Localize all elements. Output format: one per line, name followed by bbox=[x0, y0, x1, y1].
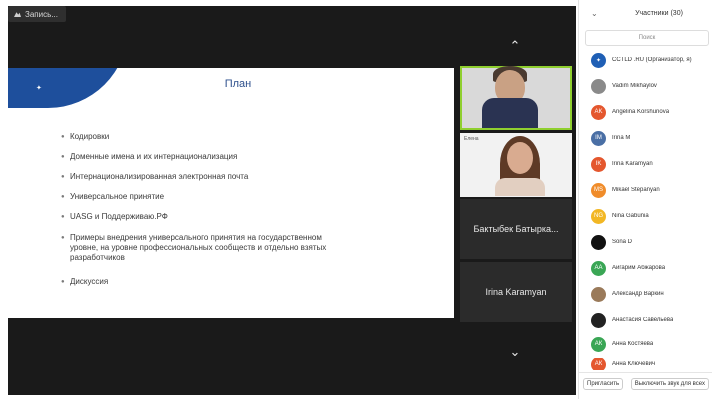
participant-video bbox=[495, 178, 545, 196]
video-tile[interactable]: Irina Karamyan bbox=[460, 262, 572, 322]
participant-row[interactable]: ✦ CCTLD .RU (Организатор, я) bbox=[591, 52, 711, 68]
participant-name: Irina Karamyan bbox=[612, 161, 653, 167]
participant-row[interactable]: Анастасия Савельева bbox=[591, 312, 711, 328]
slide-bullet: Кодировки bbox=[61, 132, 370, 142]
avatar: ✦ bbox=[591, 52, 606, 68]
participant-row[interactable]: АК Анна Ключевич bbox=[591, 358, 711, 370]
slide-bullet: UASG и Поддерживаю.РФ bbox=[61, 212, 370, 222]
participant-name: Анна Костяева bbox=[612, 341, 654, 347]
avatar: IM bbox=[591, 130, 606, 146]
slide-bullet: Интернационализированная электронная поч… bbox=[61, 172, 370, 182]
avatar bbox=[591, 312, 606, 328]
avatar: NG bbox=[591, 208, 606, 224]
shared-slide: ✦ План Кодировки Доменные имена и их инт… bbox=[8, 68, 454, 318]
participant-name: Александр Варкин bbox=[612, 291, 664, 297]
video-tile-label: Елена bbox=[464, 136, 479, 142]
invite-button[interactable]: Пригласить bbox=[583, 377, 624, 390]
participant-row[interactable]: NG Nina Gabunia bbox=[591, 208, 711, 224]
collapse-chevron-icon[interactable]: ⌄ bbox=[591, 9, 598, 18]
slide-logo bbox=[8, 68, 128, 108]
participant-name: Nina Gabunia bbox=[612, 213, 649, 219]
video-tile-name: Бактыбек Батырка... bbox=[473, 224, 559, 234]
slide-title: План bbox=[224, 78, 252, 90]
scroll-down-chevron-icon[interactable]: ⌄ bbox=[505, 345, 525, 358]
slide-bullet: Дискуссия bbox=[61, 277, 370, 287]
avatar bbox=[591, 234, 606, 250]
participant-name: Sona D bbox=[612, 239, 633, 245]
participants-panel: ⌄ Участники (30) Поиск ✦ CCTLD .RU (Орган… bbox=[578, 0, 712, 399]
participant-row[interactable]: Александр Варкин bbox=[591, 286, 711, 302]
participant-row[interactable]: IK Irina Karamyan bbox=[591, 156, 711, 172]
participant-name: CCTLD .RU (Организатор, я) bbox=[612, 57, 692, 63]
avatar: АА bbox=[591, 260, 606, 276]
participant-name: Анастасия Савельева bbox=[612, 317, 674, 323]
slide-bullet: Доменные имена и их интернационализация bbox=[61, 152, 370, 162]
participant-row[interactable]: MS Mikael Stepanyan bbox=[591, 182, 711, 198]
participant-name: Анна Ключевич bbox=[612, 361, 656, 367]
participant-name: Mikael Stepanyan bbox=[612, 187, 660, 193]
participant-search-input[interactable]: Поиск bbox=[585, 30, 709, 46]
video-tile[interactable]: Бактыбек Батырка... bbox=[460, 199, 572, 259]
participant-row[interactable]: Sona D bbox=[591, 234, 711, 250]
panel-title: Участники (30) bbox=[635, 10, 683, 17]
participant-video bbox=[507, 142, 533, 174]
panel-footer: Пригласить Выключить звук для всех bbox=[579, 372, 712, 394]
avatar: АК bbox=[591, 336, 606, 352]
avatar: AK bbox=[591, 104, 606, 120]
slide-bullet: Универсальное принятие bbox=[61, 192, 370, 202]
speaker-video bbox=[482, 98, 538, 128]
video-tile-name: Irina Karamyan bbox=[485, 287, 547, 297]
participant-name: Айгарим Абжарова bbox=[612, 265, 666, 271]
participant-name: Angelina Korshunova bbox=[612, 109, 670, 115]
scroll-up-chevron-icon[interactable]: ⌃ bbox=[505, 39, 525, 52]
avatar bbox=[591, 78, 606, 94]
slide-logo-mark-icon: ✦ bbox=[36, 85, 42, 92]
avatar: MS bbox=[591, 182, 606, 198]
avatar: IK bbox=[591, 156, 606, 172]
recording-indicator[interactable]: Запись... bbox=[8, 6, 66, 22]
recording-label: Запись... bbox=[25, 9, 58, 19]
participant-row[interactable]: АК Анна Костяева bbox=[591, 336, 711, 352]
avatar: АК bbox=[591, 358, 606, 370]
participant-row[interactable]: АА Айгарим Абжарова bbox=[591, 260, 711, 276]
participant-name: Irina M bbox=[612, 135, 631, 141]
slide-bullet: Примеры внедрения универсального приняти… bbox=[61, 233, 350, 263]
recording-icon bbox=[14, 12, 21, 17]
participant-name: Vadim Mikhaylov bbox=[612, 83, 657, 89]
participant-row[interactable]: AK Angelina Korshunova bbox=[591, 104, 711, 120]
avatar bbox=[591, 286, 606, 302]
participant-row[interactable]: Vadim Mikhaylov bbox=[591, 78, 711, 94]
mute-all-button[interactable]: Выключить звук для всех bbox=[630, 377, 709, 390]
participant-row[interactable]: IM Irina M bbox=[591, 130, 711, 146]
